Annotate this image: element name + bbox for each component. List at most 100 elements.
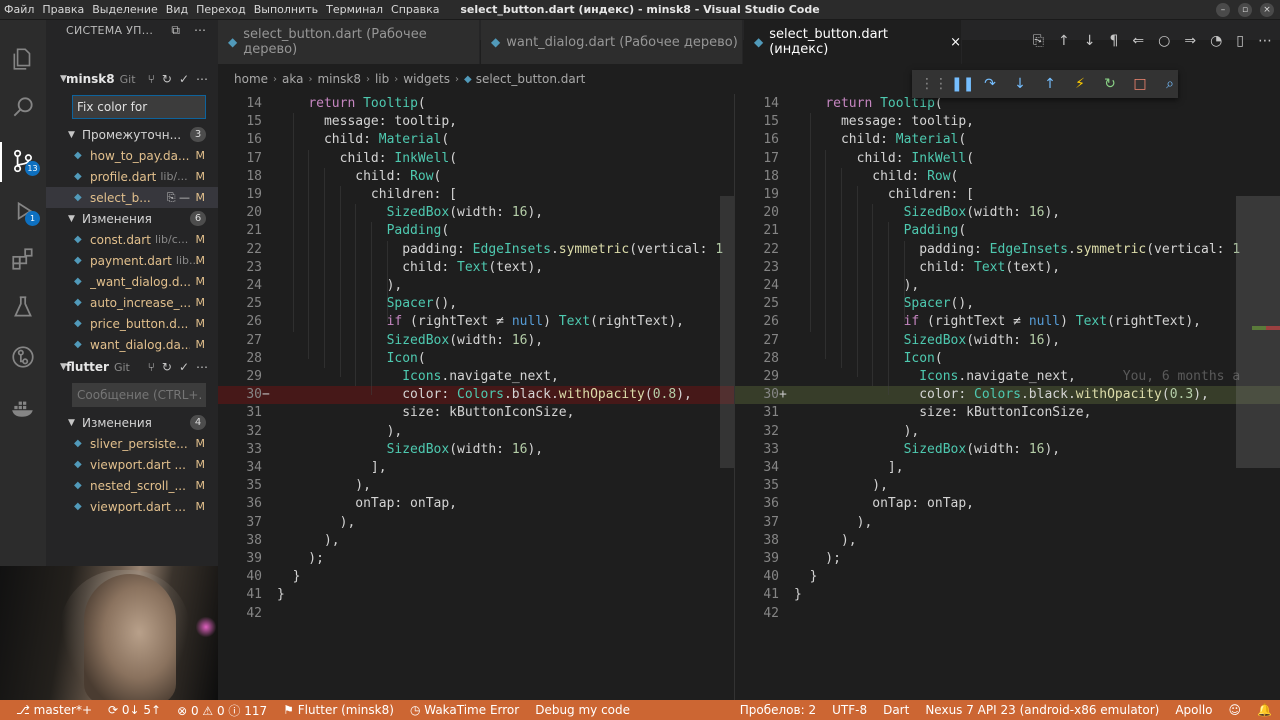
apollo-status[interactable]: Apollo (1167, 703, 1220, 717)
editor-action-icon[interactable]: ○ (1158, 33, 1170, 49)
menu-item[interactable]: Терминал (322, 3, 387, 16)
menu-item[interactable]: Выполнить (250, 3, 322, 16)
changed-file-item[interactable]: ◆ select_b... ⎘ — M (46, 187, 218, 208)
sync-status[interactable]: ⟳ 0↓ 5↑ (100, 703, 169, 717)
maximize-button[interactable]: ▫ (1238, 3, 1252, 17)
changed-file-item[interactable]: ◆ viewport.dart ... M (46, 454, 218, 475)
step-out-icon[interactable]: ↑ (1042, 76, 1058, 92)
inspect-widget-icon[interactable]: ⌕ (1162, 76, 1178, 92)
breadcrumb-item[interactable]: minsk8 (317, 72, 360, 86)
git-graph-icon[interactable] (8, 342, 38, 372)
change-group[interactable]: ▼ Промежуточн... 3 (46, 124, 218, 145)
pause-icon[interactable]: ❚❚ (951, 76, 974, 92)
commit-message-input[interactable] (72, 95, 206, 119)
docker-icon[interactable] (8, 392, 38, 422)
changed-file-item[interactable]: ◆ how_to_pay.da... M (46, 145, 218, 166)
extensions-icon[interactable] (8, 244, 38, 274)
scrollbar-left[interactable] (720, 196, 734, 468)
changed-file-item[interactable]: ◆ nested_scroll_... M (46, 475, 218, 496)
editor-action-icon[interactable]: ⇐ (1132, 33, 1144, 49)
indent-status[interactable]: Пробелов: 2 (732, 703, 824, 717)
language-status[interactable]: Dart (875, 703, 917, 717)
explorer-icon[interactable] (8, 44, 38, 74)
testing-icon[interactable] (8, 292, 38, 322)
menu-item[interactable]: Правка (38, 3, 88, 16)
source-control-icon[interactable]: 13 (8, 146, 40, 176)
changed-file-item[interactable]: ◆ _want_dialog.d... M (46, 271, 218, 292)
close-icon[interactable]: × (950, 35, 961, 50)
refresh-icon[interactable]: ↻ (162, 72, 172, 86)
commit-check-icon[interactable]: ✓ (179, 72, 189, 86)
repo-name: minsk8 (66, 72, 115, 86)
changed-file-item[interactable]: ◆ auto_increase_... M (46, 292, 218, 313)
problems-status[interactable]: ⊗ 0 ⚠ 0 ⓘ 117 (169, 702, 275, 719)
breadcrumb-item[interactable]: select_button.dart (476, 72, 586, 86)
unstage-icon[interactable]: ⎘ — (167, 191, 190, 205)
collapse-all-icon[interactable]: ⧉ (171, 23, 180, 38)
changed-file-item[interactable]: ◆ viewport.dart ... M (46, 496, 218, 517)
run-debug-icon[interactable]: 1 (8, 196, 40, 226)
editor-action-icon[interactable]: ◔ (1210, 33, 1222, 49)
changed-file-item[interactable]: ◆ const.dart lib/c... M (46, 229, 218, 250)
debug-my-code-status[interactable]: Debug my code (527, 703, 638, 717)
line-number: 36 (246, 496, 262, 512)
menu-item[interactable]: Вид (162, 3, 192, 16)
menu-item[interactable]: Файл (0, 3, 38, 16)
editor-action-icon[interactable]: ⇒ (1184, 33, 1196, 49)
more-actions-icon[interactable]: ⋯ (194, 23, 206, 38)
step-over-icon[interactable]: ↷ (982, 76, 998, 92)
diff-editor-original[interactable]: 14 return Tooltip(15 message: tooltip, 16… (218, 94, 734, 700)
diff-editor-modified[interactable]: 14 return Tooltip(15 message: tooltip, 16… (734, 94, 1280, 700)
commit-check-icon[interactable]: ✓ (179, 360, 189, 374)
notifications-status[interactable]: 🔔 (1249, 703, 1280, 717)
file-name: payment.dart (90, 253, 172, 268)
editor-action-icon[interactable]: ▯ (1236, 33, 1244, 49)
scrollbar-right[interactable] (1236, 196, 1280, 468)
changed-file-item[interactable]: ◆ price_button.d... M (46, 313, 218, 334)
more-icon[interactable]: ⋯ (196, 360, 208, 374)
drag-handle-icon[interactable]: ⋮⋮ (920, 76, 948, 92)
menu-item[interactable]: Справка (387, 3, 443, 16)
change-group[interactable]: ▼ Изменения 6 (46, 208, 218, 229)
changed-file-item[interactable]: ◆ want_dialog.da... M (46, 334, 218, 355)
branch-status[interactable]: ⎇ master*+ (8, 703, 100, 717)
breadcrumb-item[interactable]: lib (375, 72, 389, 86)
changed-file-item[interactable]: ◆ payment.dart lib... M (46, 250, 218, 271)
close-window-button[interactable]: × (1260, 3, 1274, 17)
editor-action-icon[interactable]: ¶ (1109, 33, 1118, 49)
repo-header-flutter[interactable]: ▼ flutter Git ⑂ ↻ ✓ ⋯ (46, 357, 218, 377)
step-into-icon[interactable]: ↓ (1012, 76, 1028, 92)
device-status[interactable]: Nexus 7 API 23 (android-x86 emulator) (917, 703, 1167, 717)
editor-action-icon[interactable]: ⋯ (1258, 33, 1272, 49)
more-icon[interactable]: ⋯ (196, 72, 208, 86)
breadcrumb-item[interactable]: aka (282, 72, 303, 86)
refresh-icon[interactable]: ↻ (162, 360, 172, 374)
flutter-status[interactable]: ⚑ Flutter (minsk8) (275, 703, 402, 717)
feedback-status[interactable]: ☺ (1221, 703, 1250, 717)
breadcrumb-item[interactable]: widgets (403, 72, 450, 86)
minimize-button[interactable]: – (1216, 3, 1230, 17)
editor-action-icon[interactable]: ↓ (1084, 33, 1096, 49)
changed-file-item[interactable]: ◆ profile.dart lib/... M (46, 166, 218, 187)
tab-select-button-worktree[interactable]: ◆ select_button.dart (Рабочее дерево) (218, 20, 480, 64)
branch-icon[interactable]: ⑂ (148, 72, 155, 86)
commit-message-input-flutter[interactable] (72, 383, 206, 407)
wakatime-status[interactable]: ◷ WakaTime Error (402, 703, 527, 717)
menu-item[interactable]: Выделение (88, 3, 162, 16)
editor-action-icon[interactable]: ⎘ (1033, 33, 1044, 49)
repo-header-minsk8[interactable]: ▼ minsk8 Git ⑂ ↻ ✓ ⋯ (46, 69, 218, 89)
tab-want-dialog-worktree[interactable]: ◆ want_dialog.dart (Рабочее дерево) (481, 20, 743, 64)
change-group[interactable]: ▼ Изменения 4 (46, 412, 218, 433)
breadcrumb-item[interactable]: home (234, 72, 268, 86)
stop-icon[interactable]: □ (1132, 76, 1148, 92)
editor-action-icon[interactable]: ↑ (1058, 33, 1070, 49)
encoding-status[interactable]: UTF-8 (824, 703, 875, 717)
hot-reload-icon[interactable]: ⚡ (1072, 76, 1088, 92)
line-number: 32 (763, 423, 779, 439)
restart-icon[interactable]: ↻ (1102, 76, 1118, 92)
search-icon[interactable] (8, 92, 38, 122)
changed-file-item[interactable]: ◆ sliver_persiste... M (46, 433, 218, 454)
menu-item[interactable]: Переход (192, 3, 250, 16)
tab-select-button-index[interactable]: ◆ select_button.dart (индекс) × (744, 20, 962, 64)
branch-icon[interactable]: ⑂ (148, 360, 155, 374)
